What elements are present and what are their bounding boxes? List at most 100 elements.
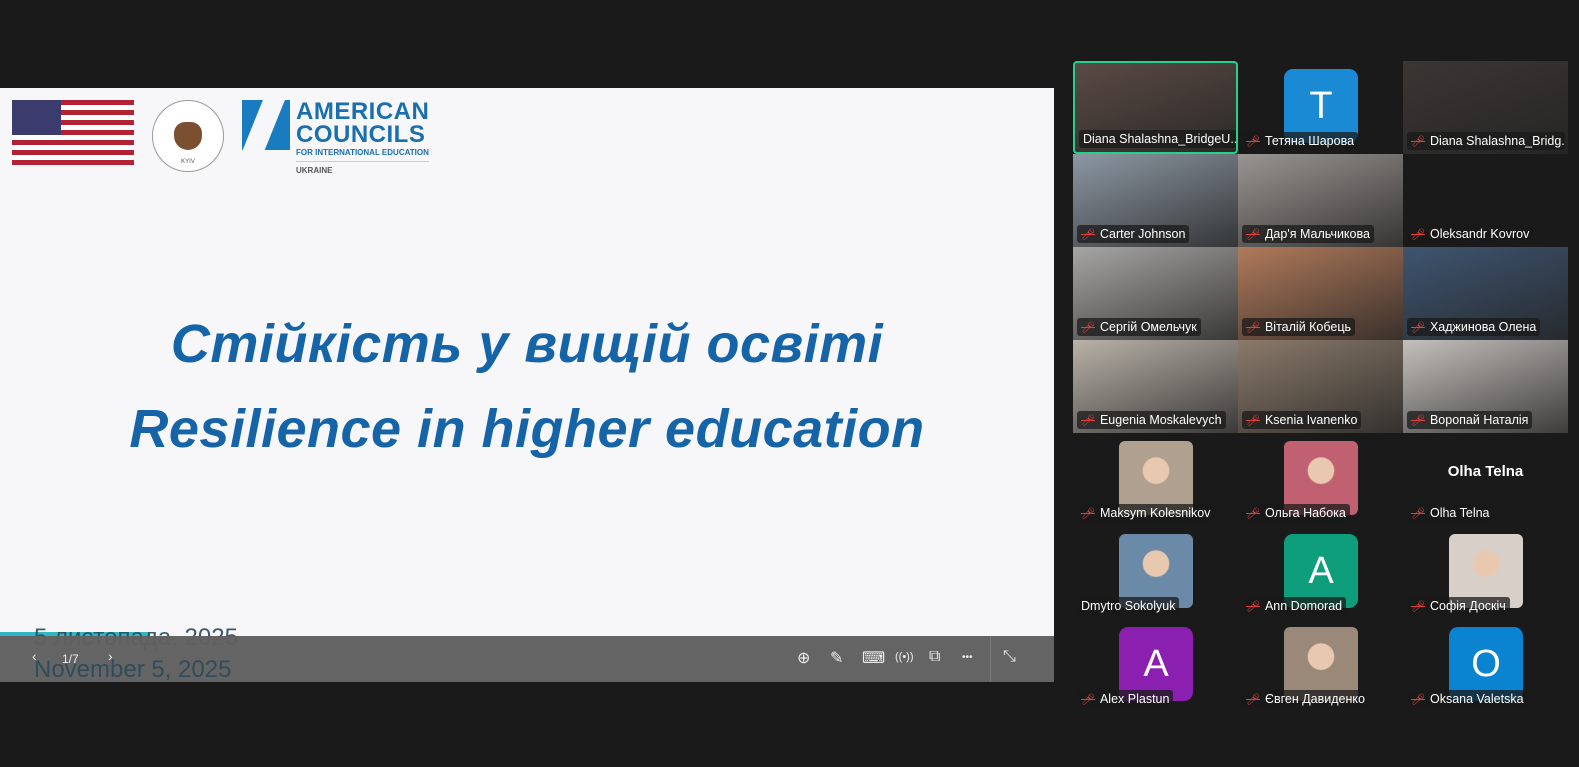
- shared-slide: KYIV AMERICAN COUNCILS FOR INTERNATIONAL…: [0, 88, 1054, 682]
- participant-name: Oksana Valetska: [1429, 692, 1524, 706]
- embassy-seal-logo: KYIV: [152, 100, 224, 172]
- mic-muted-icon: 🎤︎: [1246, 601, 1260, 613]
- participant-tile[interactable]: 🎤︎ Дар'я Мальчикова: [1238, 154, 1403, 247]
- logo-line2: COUNCILS: [296, 121, 426, 148]
- window-icon[interactable]: ⧉: [929, 648, 940, 666]
- participant-name-label: 🎤︎ Сергій Омельчук: [1077, 318, 1201, 336]
- participant-name-label: 🎤︎ Дар'я Мальчикова: [1242, 225, 1374, 243]
- mic-muted-icon: 🎤︎: [1081, 322, 1095, 334]
- participant-tile[interactable]: A 🎤︎ Alex Plastun: [1073, 619, 1238, 712]
- participant-name: Alex Plastun: [1099, 692, 1170, 706]
- participant-name: Olha Telna: [1429, 506, 1490, 520]
- zoom-in-icon[interactable]: ⊕: [797, 648, 810, 668]
- mic-muted-icon: 🎤︎: [1246, 229, 1260, 241]
- participant-tile[interactable]: 🎤︎ Сергій Омельчук: [1073, 247, 1238, 340]
- slide-title-en: Resilience in higher education: [129, 399, 925, 459]
- participant-tile[interactable]: O 🎤︎ Oksana Valetska: [1403, 619, 1568, 712]
- annotate-icon[interactable]: ✎: [830, 648, 843, 668]
- participant-name-label: 🎤︎ Віталій Кобець: [1242, 318, 1356, 336]
- participant-tile[interactable]: 🎤︎ Віталій Кобець: [1238, 247, 1403, 340]
- participant-name: Oleksandr Kovrov: [1429, 227, 1530, 241]
- participant-tile[interactable]: Diana Shalashna_BridgeU...: [1073, 61, 1238, 154]
- participant-name: Євген Давиденко: [1264, 692, 1365, 706]
- participant-name-label: 🎤︎ Diana Shalashna_Bridg...: [1407, 132, 1565, 150]
- exit-fullscreen-icon[interactable]: ⤡: [1003, 648, 1016, 666]
- participant-name: Diana Shalashna_BridgeU...: [1083, 132, 1237, 146]
- participant-tile[interactable]: Olha Telna 🎤︎ Olha Telna: [1403, 433, 1568, 526]
- mic-muted-icon: 🎤︎: [1246, 415, 1260, 427]
- participant-tile[interactable]: 🎤︎ Eugenia Moskalevych: [1073, 340, 1238, 433]
- us-flag-logo: [12, 100, 134, 165]
- keyboard-icon[interactable]: ⌨: [862, 648, 885, 668]
- participant-name: Diana Shalashna_Bridg...: [1429, 134, 1565, 148]
- participant-name-label: 🎤︎ Євген Давиденко: [1242, 690, 1369, 708]
- participant-name-label: 🎤︎ Ksenia Ivanenko: [1242, 411, 1362, 429]
- participant-name: Софія Доскіч: [1429, 599, 1506, 613]
- mic-muted-icon: 🎤︎: [1411, 415, 1425, 427]
- mic-muted-icon: 🎤︎: [1246, 322, 1260, 334]
- participant-name: Ksenia Ivanenko: [1264, 413, 1358, 427]
- participant-name: Eugenia Moskalevych: [1099, 413, 1222, 427]
- mic-muted-icon: 🎤︎: [1081, 694, 1095, 706]
- mic-muted-icon: 🎤︎: [1081, 415, 1095, 427]
- participant-name: Хаджинова Олена: [1429, 320, 1537, 334]
- participant-tile[interactable]: 🎤︎ Oleksandr Kovrov: [1403, 154, 1568, 247]
- participant-name-label: 🎤︎ Eugenia Moskalevych: [1077, 411, 1226, 429]
- participant-tile[interactable]: 🎤︎ Хаджинова Олена: [1403, 247, 1568, 340]
- mic-muted-icon: 🎤︎: [1081, 229, 1095, 241]
- participant-name-label: 🎤︎ Ann Domorad: [1242, 597, 1347, 615]
- logo-line3: FOR INTERNATIONAL EDUCATION: [296, 148, 430, 162]
- broadcast-icon[interactable]: ((•)): [895, 651, 914, 663]
- participant-name: Тетяна Шарова: [1264, 134, 1355, 148]
- participant-tile[interactable]: 🎤︎ Maksym Kolesnikov: [1073, 433, 1238, 526]
- mic-muted-icon: 🎤︎: [1411, 694, 1425, 706]
- participant-tile[interactable]: 🎤︎ Carter Johnson: [1073, 154, 1238, 247]
- participant-name-label: 🎤︎ Воропай Наталія: [1407, 411, 1533, 429]
- participant-tile[interactable]: 🎤︎ Софія Доскіч: [1403, 526, 1568, 619]
- logo-country: UKRAINE: [296, 166, 333, 175]
- participant-display-name: Olha Telna: [1447, 463, 1524, 480]
- participant-name-label: 🎤︎ Oleksandr Kovrov: [1407, 225, 1534, 243]
- participant-name: Віталій Кобець: [1264, 320, 1352, 334]
- toolbar-divider: [990, 636, 991, 682]
- participant-name: Ольга Набока: [1264, 506, 1346, 520]
- participant-name-label: 🎤︎ Софія Доскіч: [1407, 597, 1510, 615]
- participant-name-label: 🎤︎ Oksana Valetska: [1407, 690, 1528, 708]
- mic-muted-icon: 🎤︎: [1411, 136, 1425, 148]
- mic-muted-icon: 🎤︎: [1081, 508, 1095, 520]
- participant-name-label: 🎤︎ Maksym Kolesnikov: [1077, 504, 1215, 522]
- mic-muted-icon: 🎤︎: [1411, 322, 1425, 334]
- logo-line1: AMERICAN: [296, 98, 430, 125]
- more-icon[interactable]: •••: [962, 652, 973, 663]
- participant-name-label: 🎤︎ Ольга Набока: [1242, 504, 1350, 522]
- participant-tile[interactable]: A 🎤︎ Ann Domorad: [1238, 526, 1403, 619]
- participant-tile[interactable]: 🎤︎ Євген Давиденко: [1238, 619, 1403, 712]
- slide-date-en: November 5, 2025: [34, 656, 232, 682]
- participant-name: Dmytro Sokolyuk: [1081, 599, 1176, 613]
- participant-tile[interactable]: T 🎤︎ Тетяна Шарова: [1238, 61, 1403, 154]
- participant-name-label: 🎤︎ Alex Plastun: [1077, 690, 1174, 708]
- participant-tile[interactable]: 🎤︎ Ольга Набока: [1238, 433, 1403, 526]
- participant-name-label: 🎤︎ Carter Johnson: [1077, 225, 1190, 243]
- mic-muted-icon: 🎤︎: [1411, 508, 1425, 520]
- mic-muted-icon: 🎤︎: [1411, 601, 1425, 613]
- participant-name-label: 🎤︎ Тетяна Шарова: [1242, 132, 1359, 150]
- participant-tile[interactable]: 🎤︎ Diana Shalashna_Bridg...: [1403, 61, 1568, 154]
- seal-text: KYIV: [181, 159, 195, 165]
- participant-name: Maksym Kolesnikov: [1099, 506, 1211, 520]
- participant-name: Carter Johnson: [1099, 227, 1186, 241]
- participant-tile[interactable]: 🎤︎ Ksenia Ivanenko: [1238, 340, 1403, 433]
- participant-tile[interactable]: Dmytro Sokolyuk: [1073, 526, 1238, 619]
- american-councils-logo: AMERICAN COUNCILS FOR INTERNATIONAL EDUC…: [242, 98, 430, 175]
- mic-muted-icon: 🎤︎: [1246, 136, 1260, 148]
- participant-name: Сергій Омельчук: [1099, 320, 1197, 334]
- american-councils-mark: [242, 100, 290, 150]
- participant-name: Воропай Наталія: [1429, 413, 1529, 427]
- mic-muted-icon: 🎤︎: [1411, 229, 1425, 241]
- participant-name-label: 🎤︎ Olha Telna: [1407, 504, 1494, 522]
- mic-muted-icon: 🎤︎: [1246, 508, 1260, 520]
- participant-name: Ann Domorad: [1264, 599, 1343, 613]
- participant-tile[interactable]: 🎤︎ Воропай Наталія: [1403, 340, 1568, 433]
- participant-name-label: 🎤︎ Хаджинова Олена: [1407, 318, 1541, 336]
- participant-name: Дар'я Мальчикова: [1264, 227, 1370, 241]
